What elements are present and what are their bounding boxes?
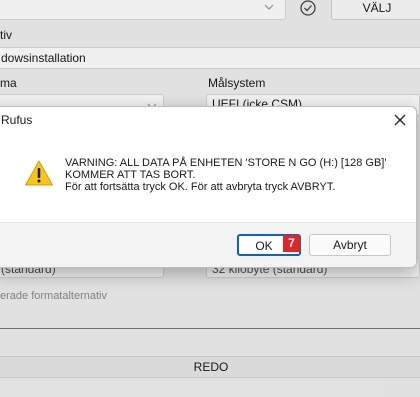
image-option-label: tiv [0,28,12,42]
dialog-footer: OK 7 Avbryt [0,222,416,267]
image-option-field[interactable]: dowsinstallation [0,47,420,69]
message-line-1: VARNING: ALL DATA PÅ ENHETEN 'STORE N GO… [65,157,387,169]
partition-scheme-label: ma [0,76,17,90]
select-button[interactable]: VÄLJ [331,0,420,20]
boot-selection-combo[interactable] [0,0,286,20]
cancel-button-label: Avbryt [333,238,367,252]
verify-check-icon[interactable] [299,0,319,18]
select-button-label: VÄLJ [362,1,392,15]
warning-dialog: Rufus VARNING: ALL DATA PÅ ENHETEN 'STOR… [0,106,417,268]
cancel-button[interactable]: Avbryt [309,234,391,256]
section-divider [0,328,420,329]
message-line-2: KOMMER ATT TAS BORT. [65,169,196,181]
status-bar: REDO [0,356,420,378]
chevron-down-icon [264,2,274,15]
warning-icon [24,159,54,187]
message-line-3: För att fortsätta tryck OK. För att avbr… [65,181,336,193]
annotation-badge: 7 [283,235,300,252]
advanced-format-options-toggle[interactable]: erade formatalternativ [0,290,107,302]
ok-button-label: OK [255,239,273,253]
dialog-message: VARNING: ALL DATA PÅ ENHETEN 'STORE N GO… [65,157,411,193]
dialog-title-bar: Rufus [1,107,416,133]
dialog-title: Rufus [1,113,33,127]
target-system-label: Målsystem [208,76,266,90]
status-text: REDO [193,360,229,374]
close-icon[interactable] [393,113,407,127]
image-option-value: dowsinstallation [1,51,86,65]
